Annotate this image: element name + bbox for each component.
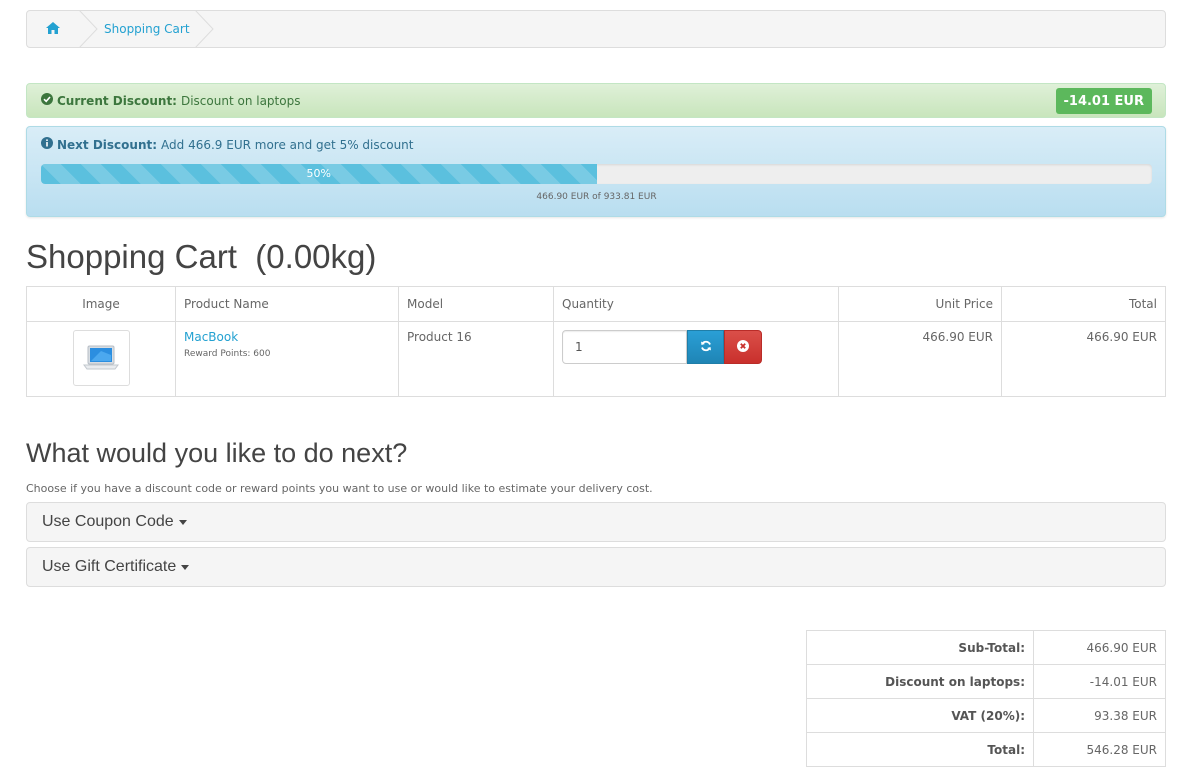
refresh-icon [700, 340, 712, 355]
subtotal-value: 466.90 EUR [1033, 630, 1166, 665]
home-icon [46, 21, 60, 37]
discount-label: Discount on laptops: [806, 664, 1034, 699]
next-discount-label: Next Discount: [57, 137, 158, 152]
discount-value: -14.01 EUR [1033, 664, 1166, 699]
col-image: Image [26, 286, 176, 322]
page-title: Shopping Cart (0.00kg) [26, 238, 377, 275]
breadcrumb-separator [195, 10, 214, 48]
totals-row: Total: 546.28 EUR [806, 732, 1166, 767]
caret-down-icon [181, 564, 190, 570]
current-discount-label: Current Discount: [57, 93, 177, 108]
totals-row: Sub-Total: 466.90 EUR [806, 630, 1166, 665]
col-total: Total [1001, 286, 1166, 322]
current-discount-amount: -14.01 EUR [1055, 88, 1152, 114]
check-circle-icon [41, 93, 53, 108]
table-header-row: Image Product Name Model Quantity Unit P… [26, 286, 1166, 322]
discount-progress-bar: 50% [41, 164, 597, 184]
totals-row: Discount on laptops: -14.01 EUR [806, 664, 1166, 699]
breadcrumb-separator [79, 10, 98, 48]
reward-points: Reward Points: 600 [184, 349, 271, 359]
breadcrumb: Shopping Cart [26, 10, 1166, 48]
col-quantity: Quantity [553, 286, 839, 322]
discount-progress: 50% [41, 164, 1152, 184]
info-circle-icon [41, 137, 53, 152]
col-unit-price: Unit Price [838, 286, 1002, 322]
vat-label: VAT (20%): [806, 698, 1034, 733]
coupon-code-panel[interactable]: Use Coupon Code [26, 502, 1166, 542]
next-discount-alert: Next Discount: Add 466.9 EUR more and ge… [26, 126, 1166, 217]
subtotal-label: Sub-Total: [806, 630, 1034, 665]
quantity-cell [553, 321, 839, 397]
total-label: Total: [806, 732, 1034, 767]
quantity-input[interactable] [562, 330, 687, 364]
col-model: Model [398, 286, 554, 322]
col-product-name: Product Name [175, 286, 399, 322]
model-cell: Product 16 [398, 321, 554, 397]
remove-circle-icon [737, 339, 749, 355]
next-description: Choose if you have a discount code or re… [26, 482, 653, 495]
product-name-link[interactable]: MacBook [184, 330, 238, 344]
laptop-icon [83, 345, 119, 370]
caret-down-icon [178, 519, 187, 525]
totals-row: VAT (20%): 93.38 EUR [806, 698, 1166, 733]
progress-caption: 466.90 EUR of 933.81 EUR [536, 192, 657, 202]
product-thumbnail[interactable] [72, 330, 130, 386]
gift-certificate-panel-title: Use Gift Certificate [42, 558, 177, 575]
next-discount-text: Add 466.9 EUR more and get 5% discount [161, 137, 414, 152]
table-row: MacBook Reward Points: 600 Product 16 1 … [26, 321, 1166, 397]
gift-certificate-panel[interactable]: Use Gift Certificate [26, 547, 1166, 587]
breadcrumb-home[interactable] [27, 11, 79, 47]
unit-price-cell: 466.90 EUR [838, 321, 1002, 397]
totals-table: Sub-Total: 466.90 EUR Discount on laptop… [806, 630, 1166, 767]
next-title: What would you like to do next? [26, 438, 408, 468]
current-discount-text: Discount on laptops [180, 93, 301, 108]
current-discount-alert: Current Discount: Discount on laptops -1… [26, 83, 1166, 118]
total-cell: 466.90 EUR [1001, 321, 1166, 397]
vat-value: 93.38 EUR [1033, 698, 1166, 733]
total-value: 546.28 EUR [1033, 732, 1166, 767]
cart-table: Image Product Name Model Quantity Unit P… [26, 286, 1166, 397]
update-quantity-button[interactable] [687, 330, 724, 364]
coupon-code-panel-title: Use Coupon Code [42, 513, 174, 530]
product-name-cell: MacBook Reward Points: 600 [175, 321, 399, 397]
breadcrumb-item-shopping-cart[interactable]: Shopping Cart [104, 22, 190, 36]
product-image-cell [26, 321, 176, 397]
remove-item-button[interactable] [724, 330, 762, 364]
